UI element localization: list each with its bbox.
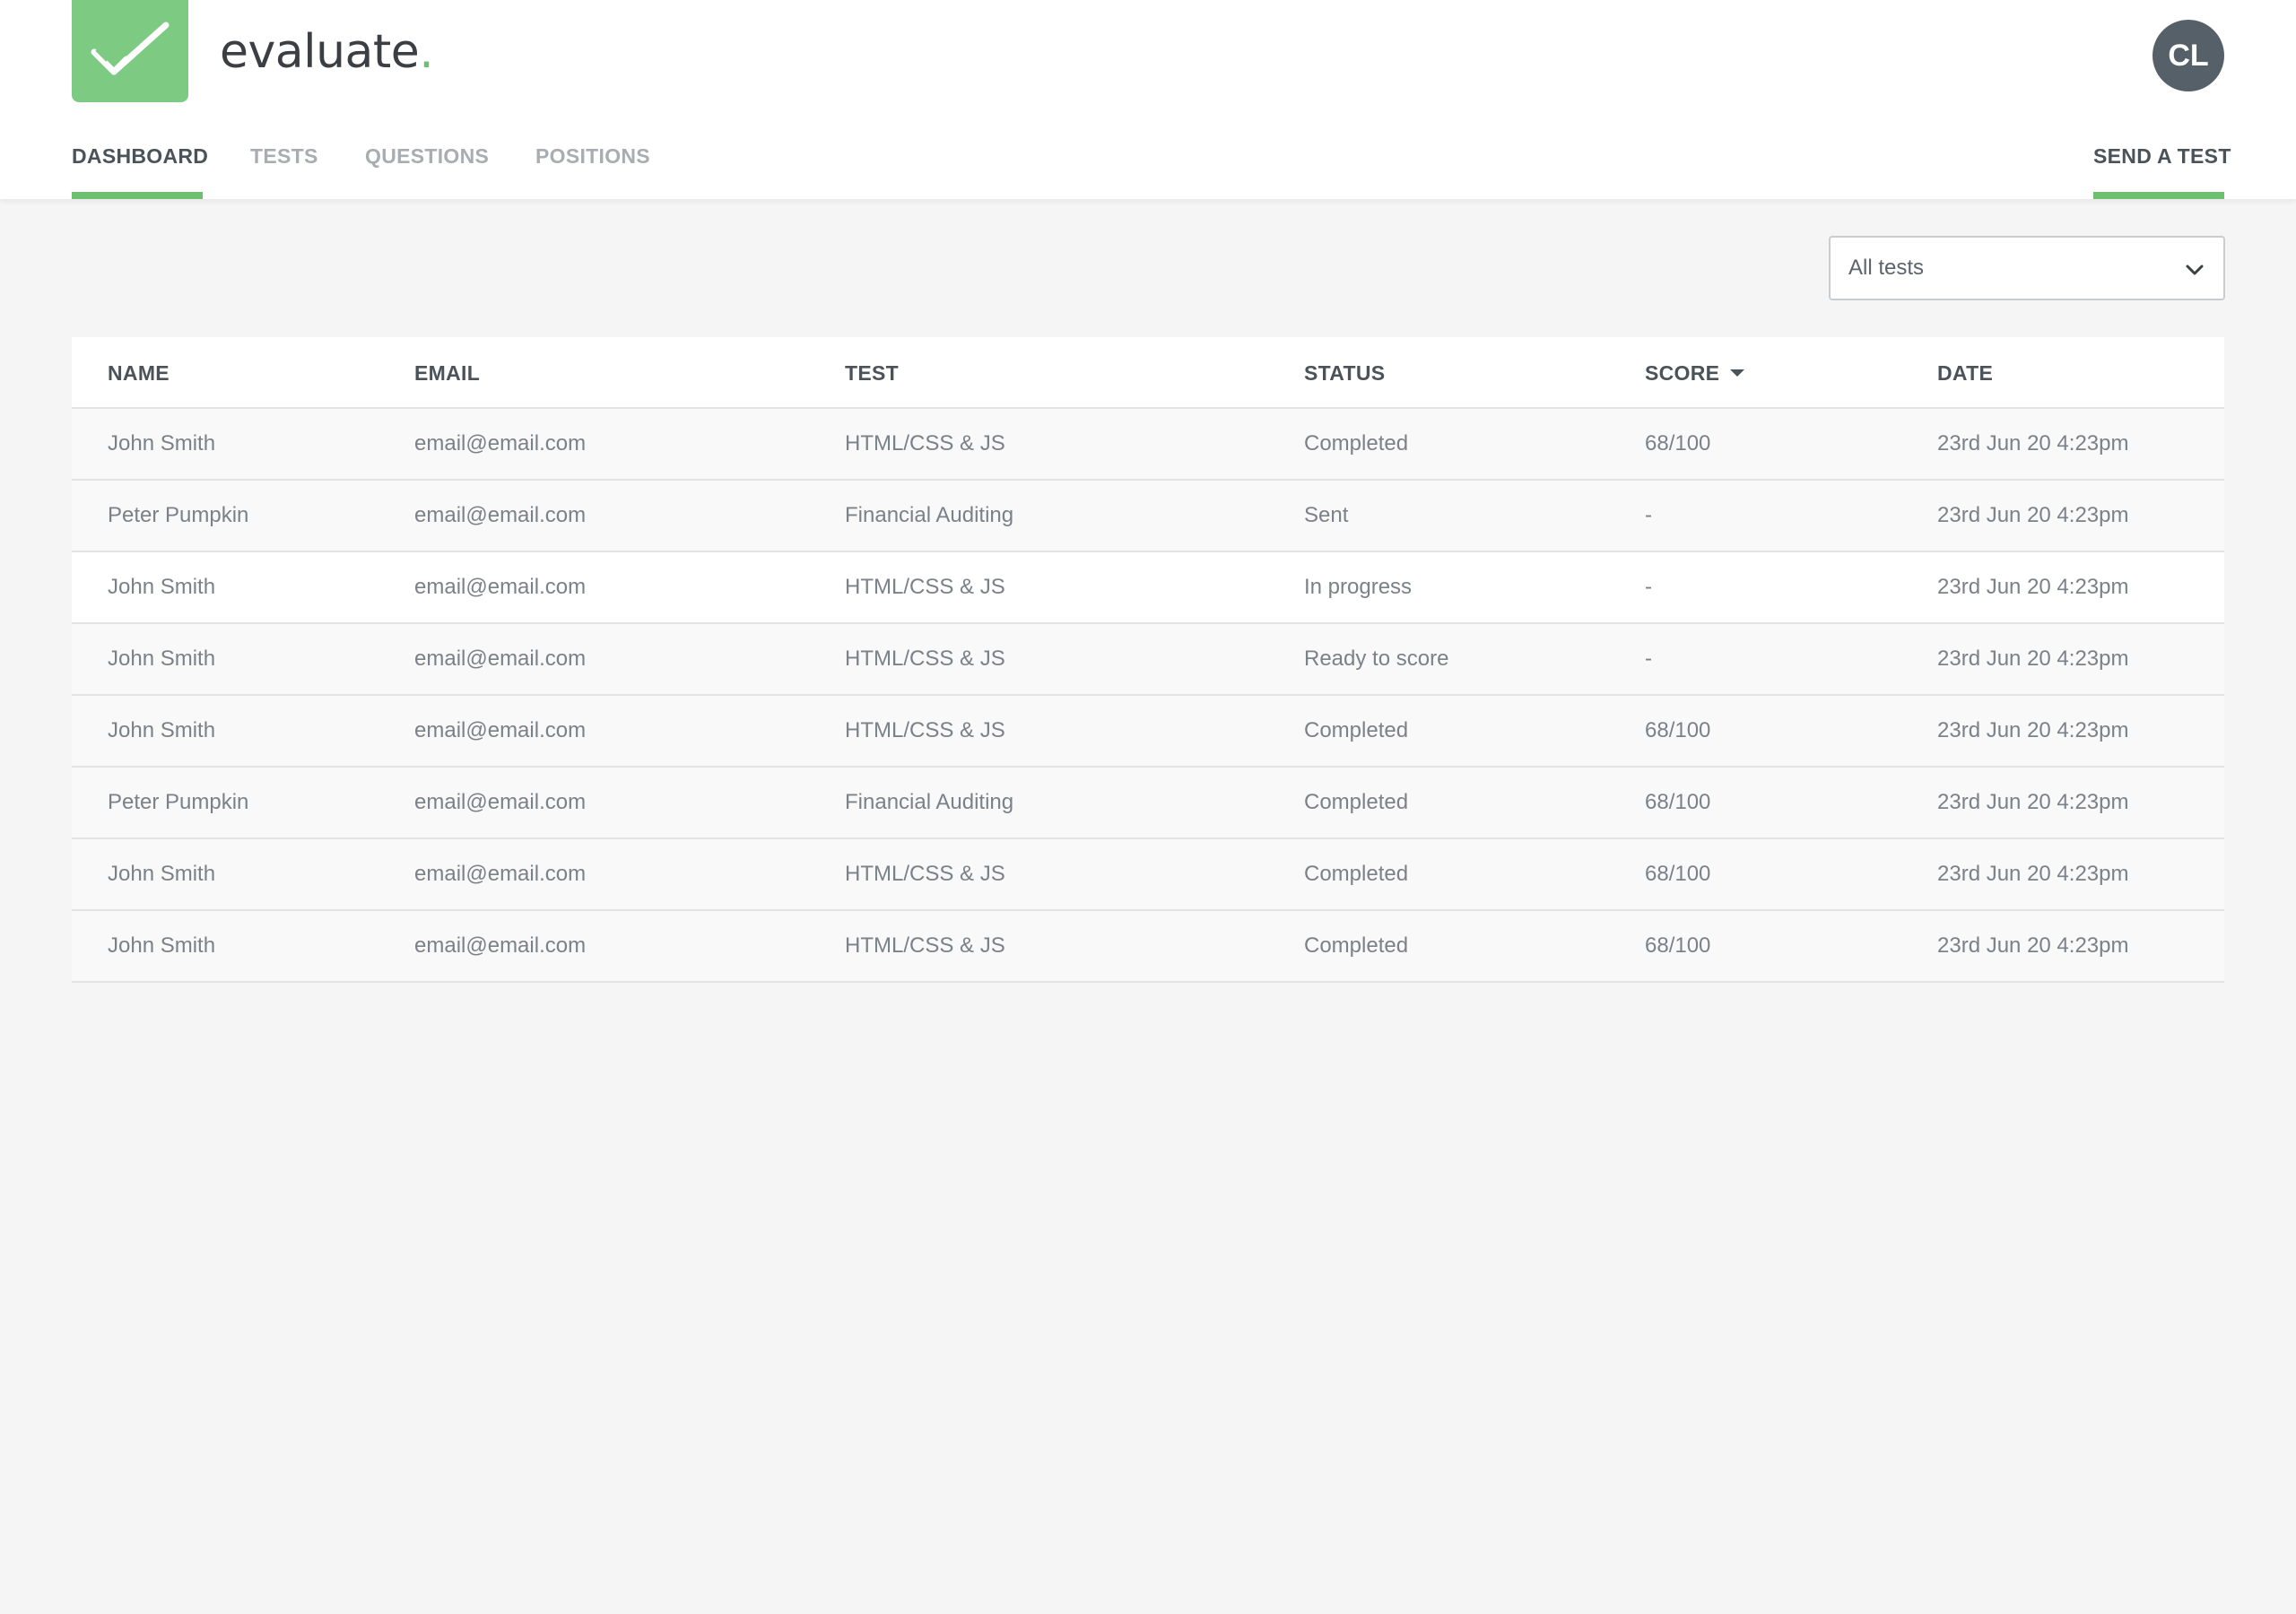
column-header-score[interactable]: SCORE — [1645, 337, 1745, 409]
column-header-name[interactable]: NAME — [108, 337, 170, 409]
cell-email: email@email.com — [414, 431, 587, 456]
table-row[interactable]: Peter Pumpkin email@email.com Financial … — [72, 768, 2224, 839]
cell-score: 68/100 — [1645, 790, 1711, 814]
column-header-date[interactable]: DATE — [1937, 337, 1993, 409]
send-a-test-button[interactable]: SEND A TEST — [2093, 143, 2231, 169]
cell-test: HTML/CSS & JS — [845, 431, 1005, 456]
cell-date: 23rd Jun 20 4:23pm — [1937, 718, 2129, 742]
cell-email: email@email.com — [414, 862, 587, 886]
cell-test: HTML/CSS & JS — [845, 862, 1005, 886]
nav-tab-dashboard[interactable]: DASHBOARD — [72, 143, 208, 169]
cell-test: HTML/CSS & JS — [845, 933, 1005, 958]
nav-tab-questions[interactable]: QUESTIONS — [365, 143, 489, 169]
avatar[interactable]: CL — [2152, 20, 2224, 91]
top-header: evaluate. CL DASHBOARD TESTS QUESTIONS P… — [0, 0, 2296, 199]
nav-tab-positions[interactable]: POSITIONS — [535, 143, 650, 169]
chevron-down-icon — [2186, 265, 2204, 275]
table-row[interactable]: John Smith email@email.com HTML/CSS & JS… — [72, 409, 2224, 481]
table-header: NAME EMAIL TEST STATUS SCORE DATE — [72, 337, 2224, 409]
cell-date: 23rd Jun 20 4:23pm — [1937, 646, 2129, 671]
cell-test: Financial Auditing — [845, 790, 1014, 814]
cell-status: Ready to score — [1304, 646, 1449, 671]
cell-name: John Smith — [108, 431, 216, 456]
column-header-status[interactable]: STATUS — [1304, 337, 1385, 409]
column-header-test[interactable]: TEST — [845, 337, 899, 409]
cell-test: HTML/CSS & JS — [845, 646, 1005, 671]
test-filter-value: All tests — [1848, 256, 1925, 280]
logo[interactable] — [72, 0, 188, 102]
cell-status: In progress — [1304, 575, 1413, 599]
send-a-test-underline — [2093, 192, 2224, 199]
cell-email: email@email.com — [414, 718, 587, 742]
nav-active-indicator — [72, 192, 203, 199]
table-row[interactable]: John Smith email@email.com HTML/CSS & JS… — [72, 839, 2224, 911]
cell-status: Completed — [1304, 933, 1409, 958]
cell-score: 68/100 — [1645, 718, 1711, 742]
table-row[interactable]: Peter Pumpkin email@email.com Financial … — [72, 481, 2224, 552]
cell-test: Financial Auditing — [845, 503, 1014, 527]
cell-test: HTML/CSS & JS — [845, 575, 1005, 599]
cell-name: John Smith — [108, 862, 216, 886]
cell-score: 68/100 — [1645, 862, 1711, 886]
app-name: evaluate. — [220, 23, 434, 81]
cell-name: John Smith — [108, 718, 216, 742]
column-header-email[interactable]: EMAIL — [414, 337, 480, 409]
cell-score: 68/100 — [1645, 431, 1711, 456]
cell-email: email@email.com — [414, 503, 587, 527]
cell-status: Completed — [1304, 790, 1409, 814]
cell-date: 23rd Jun 20 4:23pm — [1937, 503, 2129, 527]
cell-test: HTML/CSS & JS — [845, 718, 1005, 742]
cell-score: 68/100 — [1645, 933, 1711, 958]
cell-status: Sent — [1304, 503, 1349, 527]
nav-tab-tests[interactable]: TESTS — [250, 143, 318, 169]
cell-name: John Smith — [108, 933, 216, 958]
cell-name: John Smith — [108, 646, 216, 671]
cell-score: - — [1645, 503, 1652, 527]
results-table: NAME EMAIL TEST STATUS SCORE DATE John S… — [72, 337, 2224, 983]
table-row[interactable]: John Smith email@email.com HTML/CSS & JS… — [72, 624, 2224, 696]
double-check-icon — [91, 22, 170, 75]
cell-score: - — [1645, 646, 1652, 671]
app-name-text: evaluate — [220, 25, 420, 79]
cell-date: 23rd Jun 20 4:23pm — [1937, 862, 2129, 886]
cell-email: email@email.com — [414, 933, 587, 958]
cell-score: - — [1645, 575, 1652, 599]
cell-name: Peter Pumpkin — [108, 790, 249, 814]
cell-date: 23rd Jun 20 4:23pm — [1937, 790, 2129, 814]
cell-email: email@email.com — [414, 790, 587, 814]
app-name-dot: . — [419, 25, 434, 79]
cell-status: Completed — [1304, 431, 1409, 456]
cell-date: 23rd Jun 20 4:23pm — [1937, 933, 2129, 958]
table-row[interactable]: John Smith email@email.com HTML/CSS & JS… — [72, 911, 2224, 983]
cell-status: Completed — [1304, 718, 1409, 742]
column-header-score-label: SCORE — [1645, 360, 1720, 385]
cell-date: 23rd Jun 20 4:23pm — [1937, 431, 2129, 456]
cell-email: email@email.com — [414, 575, 587, 599]
cell-email: email@email.com — [414, 646, 587, 671]
cell-status: Completed — [1304, 862, 1409, 886]
table-row[interactable]: John Smith email@email.com HTML/CSS & JS… — [72, 552, 2224, 624]
sort-desc-icon — [1730, 369, 1745, 377]
table-row[interactable]: John Smith email@email.com HTML/CSS & JS… — [72, 696, 2224, 768]
cell-date: 23rd Jun 20 4:23pm — [1937, 575, 2129, 599]
cell-name: Peter Pumpkin — [108, 503, 249, 527]
cell-name: John Smith — [108, 575, 216, 599]
test-filter-select[interactable]: All tests — [1829, 236, 2225, 300]
